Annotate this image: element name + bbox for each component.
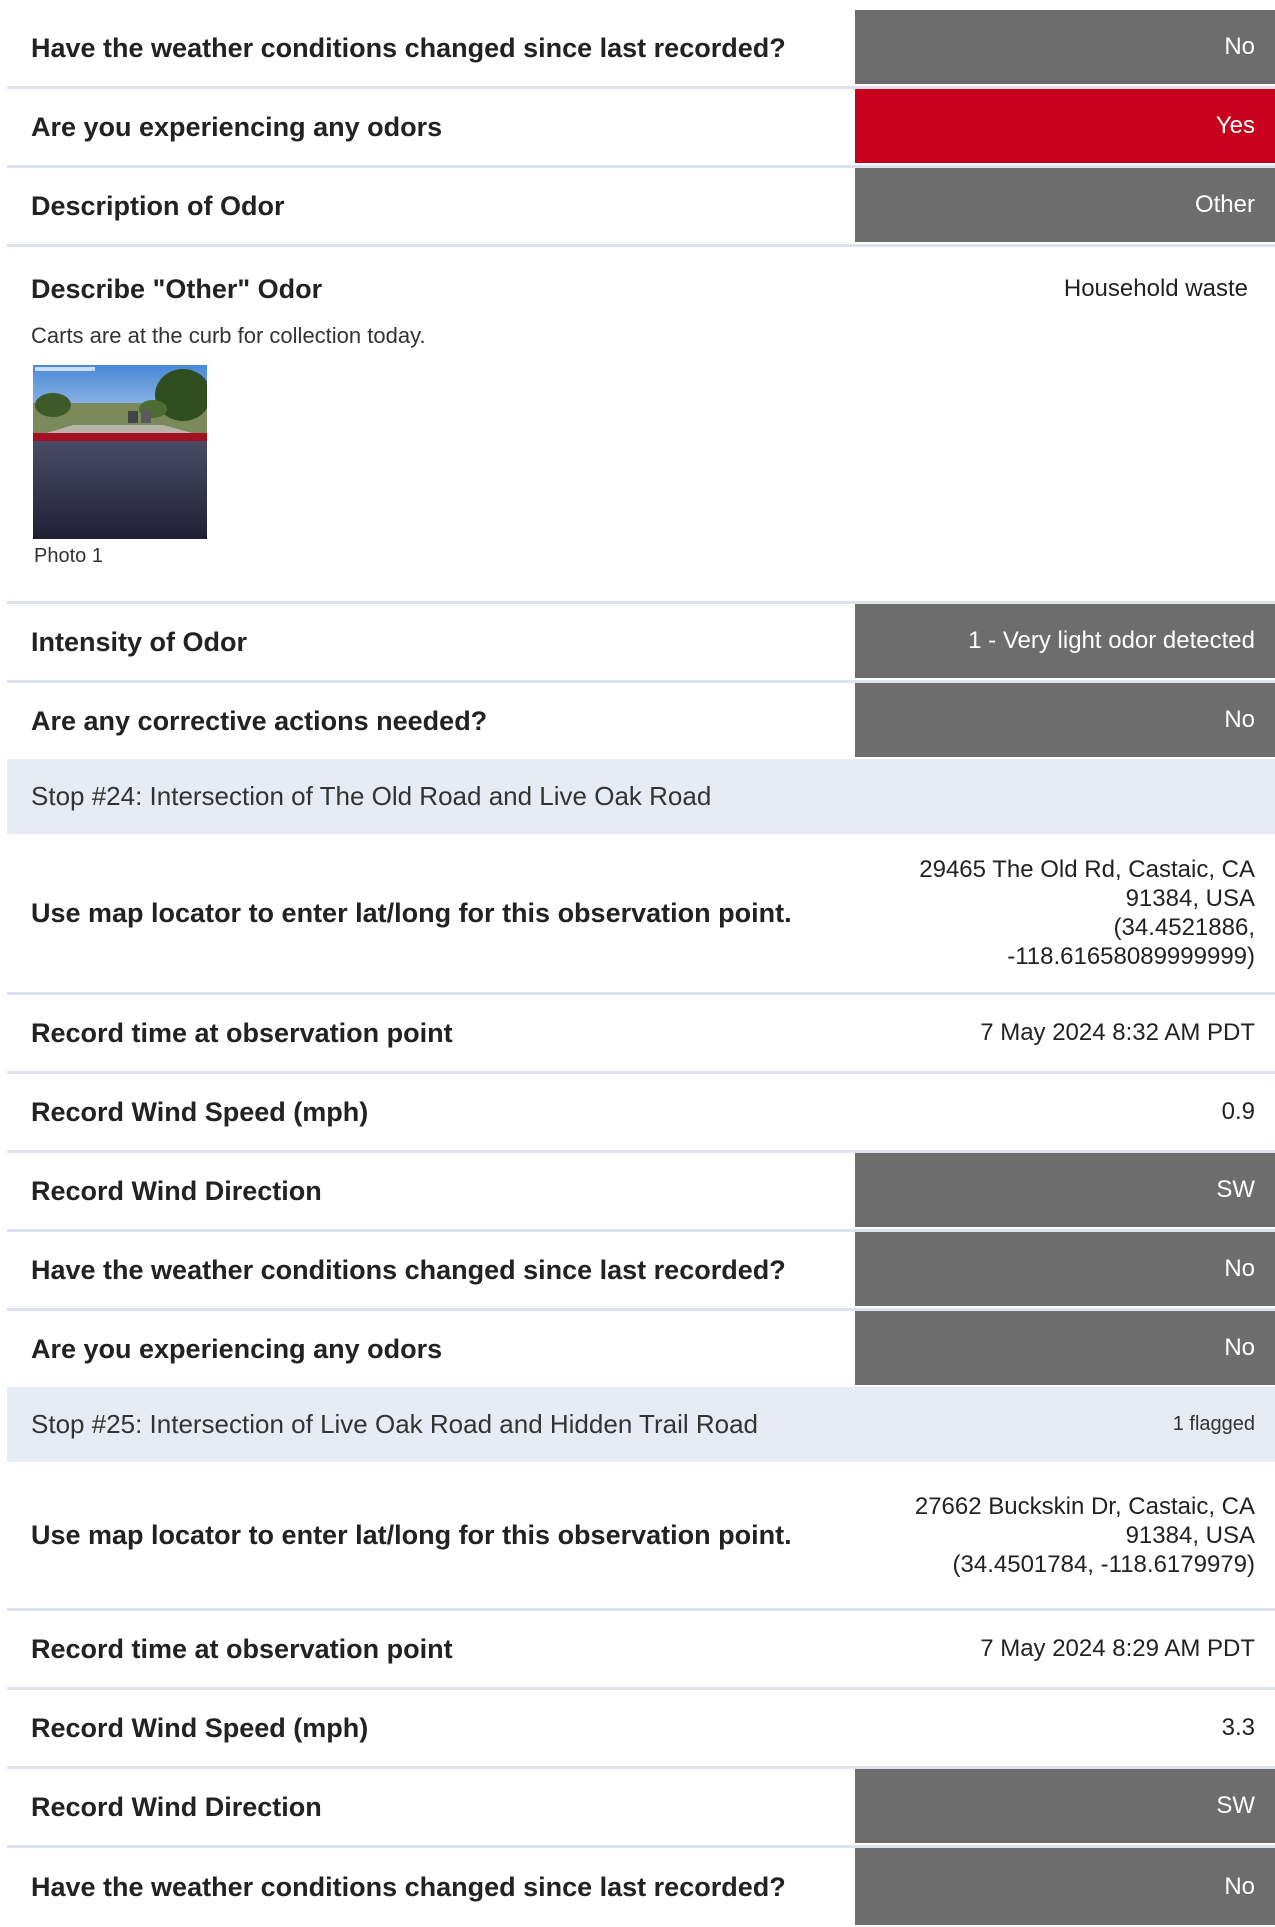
- question-label: Record Wind Speed (mph): [31, 1712, 369, 1743]
- answer-value: 7 May 2024 8:29 AM PDT: [980, 1634, 1255, 1662]
- latitude-line: (34.4521886,: [1113, 914, 1255, 941]
- question-label: Are any corrective actions needed?: [31, 705, 488, 736]
- question-label: Use map locator to enter lat/long for th…: [31, 1519, 792, 1550]
- wind-direction-row: Record Wind Direction SW: [7, 1769, 1275, 1848]
- question-label: Record time at observation point: [31, 1017, 453, 1048]
- wind-speed-row: Record Wind Speed (mph) 3.3: [7, 1690, 1275, 1769]
- longitude-line: -118.61658089999999): [1007, 943, 1255, 970]
- photo-attachment[interactable]: Photo 1: [33, 365, 209, 568]
- corrective-actions-row: Are any corrective actions needed? No: [7, 683, 1275, 759]
- odors-row: Are you experiencing any odors No: [7, 1311, 1275, 1387]
- photo-thumbnail[interactable]: [33, 365, 207, 539]
- answer-box: SW: [855, 1769, 1275, 1843]
- location-row: Use map locator to enter lat/long for th…: [7, 1462, 1275, 1611]
- answer-box: No: [855, 1848, 1275, 1925]
- other-odor-row: Describe "Other" Odor Household waste Ca…: [7, 247, 1275, 604]
- stop-24-header[interactable]: Stop #24: Intersection of The Old Road a…: [7, 759, 1275, 834]
- question-label: Have the weather conditions changed sinc…: [31, 1254, 786, 1285]
- weather-changed-row: Have the weather conditions changed sinc…: [7, 1848, 1275, 1927]
- address-line: 29465 The Old Rd, Castaic, CA: [919, 856, 1255, 883]
- question-label: Record Wind Speed (mph): [31, 1096, 369, 1127]
- flagged-count: 1 flagged: [1172, 1413, 1255, 1435]
- answer-box: No: [855, 683, 1275, 757]
- wind-direction-row: Record Wind Direction SW: [7, 1153, 1275, 1232]
- stop-title: Stop #25: Intersection of Live Oak Road …: [31, 1409, 758, 1439]
- note-text: Carts are at the curb for collection tod…: [31, 323, 426, 348]
- answer-box: SW: [855, 1153, 1275, 1227]
- question-label: Description of Odor: [31, 190, 285, 221]
- flagged-answer-box: Yes: [855, 89, 1275, 163]
- inspection-report: Have the weather conditions changed sinc…: [7, 10, 1275, 1927]
- odors-row: Are you experiencing any odors Yes: [7, 89, 1275, 168]
- question-label: Intensity of Odor: [31, 626, 247, 657]
- record-time-row: Record time at observation point 7 May 2…: [7, 1611, 1275, 1690]
- weather-changed-row: Have the weather conditions changed sinc…: [7, 1232, 1275, 1311]
- question-label: Have the weather conditions changed sinc…: [31, 1872, 786, 1903]
- question-label: Describe "Other" Odor: [31, 273, 323, 304]
- question-label: Are you experiencing any odors: [31, 1333, 443, 1364]
- answer-value: 7 May 2024 8:32 AM PDT: [980, 1018, 1255, 1046]
- question-label: Use map locator to enter lat/long for th…: [31, 897, 792, 928]
- location-value: 27662 Buckskin Dr, Castaic, CA 91384, US…: [855, 1492, 1275, 1579]
- address-line: 91384, USA: [1125, 885, 1255, 912]
- coordinates-line: (34.4501784, -118.6179979): [952, 1550, 1255, 1578]
- question-label: Are you experiencing any odors: [31, 111, 443, 142]
- record-time-row: Record time at observation point 7 May 2…: [7, 995, 1275, 1074]
- stop-25-header[interactable]: Stop #25: Intersection of Live Oak Road …: [7, 1387, 1275, 1462]
- answer-value: Household waste: [1063, 275, 1248, 302]
- weather-changed-row: Have the weather conditions changed sinc…: [7, 10, 1275, 89]
- answer-box: No: [855, 1232, 1275, 1306]
- stop-title: Stop #24: Intersection of The Old Road a…: [31, 781, 712, 811]
- answer-box: No: [855, 1311, 1275, 1385]
- question-label: Record Wind Direction: [31, 1175, 322, 1206]
- question-label: Record Wind Direction: [31, 1791, 322, 1822]
- answer-value: 3.3: [1221, 1713, 1255, 1741]
- location-value: 29465 The Old Rd, Castaic, CA 91384, USA…: [855, 855, 1275, 971]
- answer-box: 1 - Very light odor detected: [855, 604, 1275, 678]
- wind-speed-row: Record Wind Speed (mph) 0.9: [7, 1074, 1275, 1153]
- photo-caption: Photo 1: [34, 545, 103, 567]
- odor-description-row: Description of Odor Other: [7, 168, 1275, 247]
- address-line: 91384, USA: [1125, 1521, 1255, 1549]
- answer-box: No: [855, 10, 1275, 84]
- answer-value: 0.9: [1221, 1097, 1255, 1125]
- question-label: Record time at observation point: [31, 1633, 453, 1664]
- location-row: Use map locator to enter lat/long for th…: [7, 834, 1275, 995]
- odor-intensity-row: Intensity of Odor 1 - Very light odor de…: [7, 604, 1275, 683]
- address-line: 27662 Buckskin Dr, Castaic, CA: [914, 1492, 1255, 1520]
- question-label: Have the weather conditions changed sinc…: [31, 32, 786, 63]
- answer-box: Other: [855, 168, 1275, 242]
